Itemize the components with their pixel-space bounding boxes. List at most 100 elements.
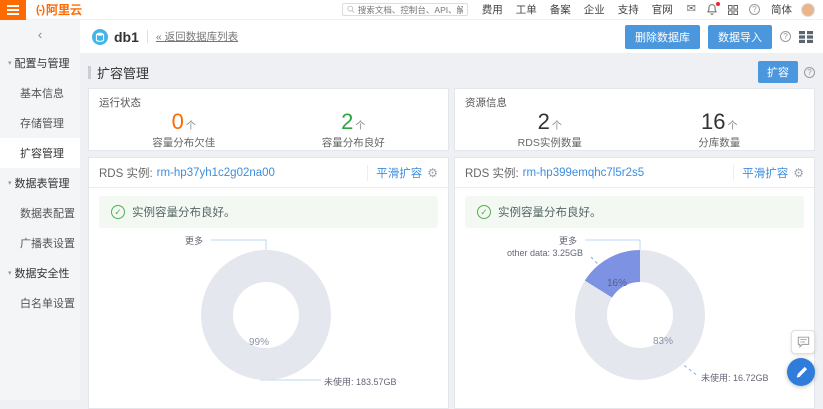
stat-capacity-poor: 0个 容量分布欠佳 [99,110,269,150]
chart-percent-label: 16% [607,278,627,289]
sidebar-item-scale-out[interactable]: 扩容管理 [0,138,80,168]
language-switch[interactable]: 简体 [771,2,792,17]
instance-card-header: RDS 实例: rm-hp399emqhc7l5r2s5 平滑扩容 ⚙ [455,158,814,188]
sidebar-item-storage[interactable]: 存储管理 [0,108,80,138]
sidebar-item-broadcast-table[interactable]: 广播表设置 [0,228,80,258]
sidebar-group-security[interactable]: ▾ 数据安全性 [0,258,80,288]
check-circle-icon: ✓ [111,205,125,219]
sidebar: ‹ ▾ 配置与管理 基本信息 存储管理 扩容管理 ▾ 数据表管理 数据表配置 广… [0,20,80,400]
mail-icon[interactable]: ✉ [687,4,696,15]
back-to-database-list-link[interactable]: « 返回数据库列表 [156,29,238,44]
chart-percent-label: 83% [653,336,673,347]
logo-text: 阿里云 [46,1,82,18]
sidebar-group-tables[interactable]: ▾ 数据表管理 [0,168,80,198]
notification-bell-icon[interactable] [707,4,717,15]
sidebar-collapse-icon[interactable]: ‹ [0,20,80,48]
scale-out-button[interactable]: 扩容 [758,61,798,83]
alibaba-cloud-logo[interactable]: (-) 阿里云 [36,1,82,18]
status-text: 实例容量分布良好。 [498,204,602,220]
user-avatar[interactable] [801,3,815,17]
instance-name-link[interactable]: rm-hp399emqhc7l5r2s5 [523,167,644,179]
gear-icon[interactable]: ⚙ [793,167,804,179]
topnav-support[interactable]: 支持 [618,2,639,17]
chart-unused-label: 未使用: 183.57GB [324,375,397,388]
card-title: 运行状态 [99,95,438,110]
logo-mark-icon: (-) [36,4,44,16]
instance-label: RDS 实例: [465,165,519,181]
topnav-tickets[interactable]: 工单 [516,2,537,17]
notification-dot [716,2,720,6]
stat-capacity-good: 2个 容量分布良好 [269,110,439,150]
feedback-button[interactable] [791,330,815,354]
hamburger-menu-icon[interactable] [0,0,26,20]
help-icon[interactable]: ? [749,4,760,15]
stat-unit: 个 [355,121,365,132]
pencil-icon [795,366,808,379]
main-content: 扩容管理 扩容 ? 运行状态 0个 容量分布欠佳 2个 容量分布良好 资源信息 [80,53,823,400]
sidebar-item-basic-info[interactable]: 基本信息 [0,78,80,108]
rds-instance-card-1: RDS 实例: rm-hp37yh1c2g02na00 平滑扩容 ⚙ ✓ 实例容… [88,157,449,409]
topnav-billing[interactable]: 费用 [482,2,503,17]
title-row: 扩容管理 扩容 ? [88,58,815,86]
stat-shard-count: 16个 分库数量 [635,110,805,150]
running-status-card: 运行状态 0个 容量分布欠佳 2个 容量分布良好 [88,88,449,151]
page-title: 扩容管理 [97,63,149,82]
card-title: 资源信息 [465,95,804,110]
chevron-down-icon: ▾ [8,179,12,187]
instance-name-link[interactable]: rm-hp37yh1c2g02na00 [157,167,275,179]
speech-bubble-icon [797,336,810,348]
help-icon[interactable]: ? [804,67,815,78]
smooth-scale-out-link[interactable]: 平滑扩容 [742,165,788,181]
instance-row: RDS 实例: rm-hp37yh1c2g02na00 平滑扩容 ⚙ ✓ 实例容… [88,157,815,409]
donut-graphic [201,250,331,380]
global-search[interactable] [342,3,468,16]
smooth-scale-out-link[interactable]: 平滑扩容 [376,165,422,181]
help-icon[interactable]: ? [780,31,791,42]
grid-view-icon[interactable] [799,31,813,43]
topnav-enterprise[interactable]: 企业 [584,2,605,17]
sidebar-group-label: 配置与管理 [15,55,70,71]
stat-value: 2 [341,109,353,134]
chart-more-label: 更多 [559,234,577,247]
stat-unit: 个 [727,121,737,132]
instance-label: RDS 实例: [99,165,153,181]
chart-percent-label: 99% [249,337,269,348]
data-import-button[interactable]: 数据导入 [708,25,772,49]
status-banner: ✓ 实例容量分布良好。 [465,196,804,228]
stats-row: 运行状态 0个 容量分布欠佳 2个 容量分布良好 资源信息 2个 RDS实例数量 [88,88,815,151]
instance-card-header: RDS 实例: rm-hp37yh1c2g02na00 平滑扩容 ⚙ [89,158,448,188]
stat-value: 16 [701,109,725,134]
stat-unit: 个 [186,121,196,132]
sidebar-item-table-config[interactable]: 数据表配置 [0,198,80,228]
check-circle-icon: ✓ [477,205,491,219]
status-text: 实例容量分布良好。 [132,204,236,220]
topnav-website[interactable]: 官网 [652,2,673,17]
gear-icon[interactable]: ⚙ [427,167,438,179]
sidebar-group-config[interactable]: ▾ 配置与管理 [0,48,80,78]
database-icon [92,29,108,45]
resource-info-card: 资源信息 2个 RDS实例数量 16个 分库数量 [454,88,815,151]
divider [147,30,148,43]
delete-database-button[interactable]: 删除数据库 [625,25,700,49]
topnav-icp[interactable]: 备案 [550,2,571,17]
capacity-donut-chart: 更多 other data: 3.25GB 16% 83% 未使用: 16.72… [455,228,814,408]
chevron-down-icon: ▾ [8,269,12,277]
stat-rds-count: 2个 RDS实例数量 [465,110,635,150]
survey-button[interactable] [787,358,815,386]
sidebar-item-whitelist[interactable]: 白名单设置 [0,288,80,318]
chart-other-data-label: other data: 3.25GB [507,248,583,258]
capacity-donut-chart: 更多 99% 未使用: 183.57GB [89,228,448,408]
stat-value: 0 [172,109,184,134]
stat-unit: 个 [552,121,562,132]
page-header: db1 « 返回数据库列表 删除数据库 数据导入 ? [80,20,823,53]
top-navigation: 费用 工单 备案 企业 支持 官网 [482,2,673,17]
stat-label: 容量分布良好 [269,135,439,150]
sidebar-group-label: 数据表管理 [15,175,70,191]
search-input[interactable] [358,5,463,15]
chart-unused-label: 未使用: 16.72GB [701,371,769,384]
database-name: db1 [114,29,139,45]
topbar-icons: ✉ ? 简体 [687,2,792,17]
app-center-icon[interactable] [728,5,738,15]
chart-more-label: 更多 [185,234,203,247]
chevron-down-icon: ▾ [8,59,12,67]
